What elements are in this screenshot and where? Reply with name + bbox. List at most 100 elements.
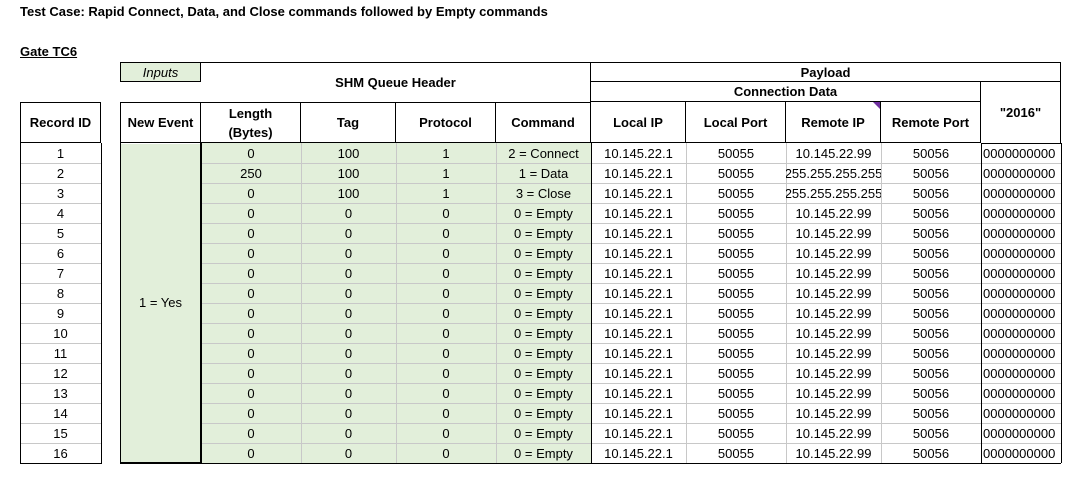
command-cell: 0 = Empty xyxy=(514,445,573,461)
col-2016-cell: 0000000000 xyxy=(983,365,1056,381)
protocol-cell: 0 xyxy=(442,425,450,441)
local-port-cell: 50055 xyxy=(717,365,755,381)
remote-port-cell: 50056 xyxy=(912,445,950,461)
local-port-header: Local Port xyxy=(686,102,786,143)
length-cell: 0 xyxy=(247,145,255,161)
remote-port-cell: 50056 xyxy=(912,165,950,181)
record-id-cell: 9 xyxy=(56,305,65,321)
record-id-cell: 5 xyxy=(56,225,65,241)
protocol-header: Protocol xyxy=(396,102,496,143)
tag-cell: 100 xyxy=(337,145,360,161)
remote-port-cell: 50056 xyxy=(912,205,950,221)
row-gridline xyxy=(20,463,1061,464)
col-2016-cell: 0000000000 xyxy=(983,145,1056,161)
protocol-cell: 0 xyxy=(442,205,450,221)
protocol-cell: 0 xyxy=(442,245,450,261)
tag-cell: 100 xyxy=(337,185,360,201)
remote-ip-cell: 10.145.22.99 xyxy=(795,405,872,421)
local-ip-cell: 10.145.22.1 xyxy=(604,205,673,221)
command-cell: 0 = Empty xyxy=(514,245,573,261)
local-ip-cell: 10.145.22.1 xyxy=(604,185,673,201)
remote-ip-cell: 10.145.22.99 xyxy=(795,365,872,381)
protocol-cell: 0 xyxy=(442,325,450,341)
tag-cell: 0 xyxy=(344,345,353,361)
remote-ip-cell: 10.145.22.99 xyxy=(795,145,872,161)
new-event-value: 1 = Yes xyxy=(120,143,201,463)
length-cell: 0 xyxy=(247,365,255,381)
tag-cell: 0 xyxy=(344,265,353,281)
local-ip-cell: 10.145.22.1 xyxy=(604,145,673,161)
local-ip-cell: 10.145.22.1 xyxy=(604,425,673,441)
local-ip-cell: 10.145.22.1 xyxy=(604,305,673,321)
local-ip-cell: 10.145.22.1 xyxy=(604,445,673,461)
tag-cell: 0 xyxy=(344,245,353,261)
remote-ip-cell: 10.145.22.99 xyxy=(795,265,872,281)
command-cell: 3 = Close xyxy=(515,185,572,201)
col-2016-cell: 0000000000 xyxy=(983,265,1056,281)
new-event-header: New Event xyxy=(120,102,201,143)
remote-ip-header: Remote IP xyxy=(786,102,881,143)
remote-port-cell: 50056 xyxy=(912,265,950,281)
protocol-cell: 0 xyxy=(442,385,450,401)
tag-cell: 100 xyxy=(337,165,360,181)
remote-ip-cell: 10.145.22.99 xyxy=(795,205,872,221)
length-cell: 0 xyxy=(247,345,255,361)
remote-ip-cell: 10.145.22.99 xyxy=(795,225,872,241)
command-cell: 2 = Connect xyxy=(508,145,579,161)
col-2016-cell: 0000000000 xyxy=(983,325,1056,341)
col-2016-cell: 0000000000 xyxy=(983,245,1056,261)
record-id-cell: 3 xyxy=(56,185,65,201)
remote-port-cell: 50056 xyxy=(912,145,950,161)
col-2016-cell: 0000000000 xyxy=(983,165,1056,181)
length-cell: 0 xyxy=(247,225,255,241)
record-id-cell: 10 xyxy=(53,325,68,341)
record-id-cell: 16 xyxy=(53,445,68,461)
length-cell: 0 xyxy=(247,405,255,421)
local-port-cell: 50055 xyxy=(717,325,755,341)
local-ip-cell: 10.145.22.1 xyxy=(604,225,673,241)
col-2016-cell: 0000000000 xyxy=(983,185,1056,201)
command-cell: 0 = Empty xyxy=(514,285,573,301)
command-cell: 0 = Empty xyxy=(514,205,573,221)
length-header-label: Length xyxy=(228,105,273,121)
col-2016-cell: 0000000000 xyxy=(983,285,1056,301)
record-id-cell: 1 xyxy=(56,145,65,161)
local-ip-cell: 10.145.22.1 xyxy=(604,385,673,401)
tag-cell: 0 xyxy=(344,425,353,441)
remote-port-cell: 50056 xyxy=(912,365,950,381)
local-port-cell: 50055 xyxy=(717,405,755,421)
command-cell: 0 = Empty xyxy=(514,405,573,421)
col-2016-cell: 0000000000 xyxy=(983,205,1056,221)
length-cell: 0 xyxy=(247,385,255,401)
col-2016-cell: 0000000000 xyxy=(983,405,1056,421)
record-id-cell: 15 xyxy=(53,425,68,441)
local-port-cell: 50055 xyxy=(717,145,755,161)
local-port-cell: 50055 xyxy=(717,165,755,181)
shm-queue-header: SHM Queue Header xyxy=(201,62,591,102)
command-cell: 1 = Data xyxy=(518,165,569,181)
test-case-title: Test Case: Rapid Connect, Data, and Clos… xyxy=(20,4,548,19)
column-gridline xyxy=(101,143,102,463)
record-id-cell: 14 xyxy=(53,405,68,421)
record-id-cell: 11 xyxy=(53,345,68,361)
tag-cell: 0 xyxy=(344,285,353,301)
length-cell: 0 xyxy=(247,425,255,441)
remote-ip-cell: 10.145.22.99 xyxy=(795,285,872,301)
local-port-cell: 50055 xyxy=(717,265,755,281)
length-cell: 0 xyxy=(247,265,255,281)
tag-cell: 0 xyxy=(344,445,353,461)
length-header-unit: (Bytes) xyxy=(228,124,273,140)
length-cell: 0 xyxy=(247,185,255,201)
tag-cell: 0 xyxy=(344,365,353,381)
tag-cell: 0 xyxy=(344,205,353,221)
local-ip-cell: 10.145.22.1 xyxy=(604,265,673,281)
remote-port-cell: 50056 xyxy=(912,225,950,241)
inputs-header: Inputs xyxy=(120,62,201,82)
protocol-cell: 1 xyxy=(442,185,450,201)
command-cell: 0 = Empty xyxy=(514,385,573,401)
command-cell: 0 = Empty xyxy=(514,365,573,381)
remote-ip-cell: 10.145.22.99 xyxy=(795,385,872,401)
local-ip-cell: 10.145.22.1 xyxy=(604,285,673,301)
protocol-cell: 0 xyxy=(442,225,450,241)
tag-header: Tag xyxy=(301,102,396,143)
